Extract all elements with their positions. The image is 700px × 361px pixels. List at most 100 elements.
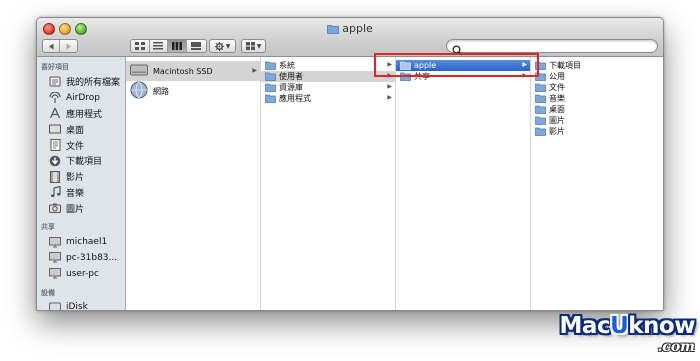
logo-text-com: .com <box>657 339 695 355</box>
icon-view-button[interactable] <box>131 40 150 52</box>
chevron-down-icon: ▼ <box>256 42 262 50</box>
finder-window: apple ▼ ▼ 喜好項目 我的所有檔案 AirDrop 應用程式 桌面 文件… <box>36 17 664 311</box>
column-item-movies[interactable]: 影片 <box>531 126 663 137</box>
column-item-documents[interactable]: 文件 <box>531 82 663 93</box>
downloads-icon <box>48 155 62 167</box>
folder-icon <box>265 83 276 92</box>
folder-icon <box>535 61 546 70</box>
column-item-label: 應用程式 <box>279 94 311 103</box>
search-field[interactable] <box>446 39 658 56</box>
column-item-library[interactable]: 資源庫 ▶ <box>261 82 395 93</box>
column-item-shared[interactable]: 共享 ▶ <box>396 71 530 82</box>
computer-icon <box>48 268 62 280</box>
list-view-button[interactable] <box>150 40 169 52</box>
sidebar: 喜好項目 我的所有檔案 AirDrop 應用程式 桌面 文件 下載項目 影片 音… <box>37 57 126 310</box>
forward-button[interactable] <box>60 40 77 52</box>
column-item-label: 圖片 <box>549 116 565 125</box>
column-item-desktop[interactable]: 桌面 <box>531 104 663 115</box>
column-item-label: apple <box>414 61 437 70</box>
sidebar-item-label: michael1 <box>66 237 108 248</box>
sidebar-header-favorites: 喜好項目 <box>41 63 69 71</box>
sidebar-item-label: 圖片 <box>66 204 85 215</box>
sidebar-item-label: 桌面 <box>66 125 85 136</box>
sidebar-item-label: 我的所有檔案 <box>66 78 121 89</box>
sidebar-item-label: pc-31b83... <box>66 252 118 263</box>
computer-icon <box>48 236 62 248</box>
disclosure-arrow-icon: ▶ <box>387 61 392 68</box>
column-item-label: 影片 <box>549 127 565 136</box>
column-item-network[interactable]: 網路 <box>126 81 260 101</box>
column-item-label: 下載項目 <box>549 61 581 70</box>
computer-icon <box>48 252 62 264</box>
back-arrow-icon <box>48 43 53 49</box>
sidebar-header-shared: 共享 <box>41 223 55 232</box>
documents-icon <box>48 139 62 152</box>
column-view-icon <box>171 42 182 50</box>
sidebar-item-downloads[interactable]: 下載項目 <box>37 153 125 169</box>
logo-text-know: know <box>628 313 695 339</box>
sidebar-item-documents[interactable]: 文件 <box>37 137 125 153</box>
column-item-label: Macintosh SSD <box>153 66 213 76</box>
idisk-icon <box>48 301 62 310</box>
disclosure-arrow-icon: ▶ <box>522 61 527 68</box>
folder-icon <box>327 24 340 37</box>
sidebar-item-michael1[interactable]: michael1 <box>37 234 125 250</box>
gear-icon <box>214 41 224 51</box>
hard-drive-icon <box>130 63 148 79</box>
sidebar-item-label: 下載項目 <box>66 157 103 168</box>
sidebar-item-desktop[interactable]: 桌面 <box>37 121 125 137</box>
movies-icon <box>48 170 62 183</box>
cover-flow-icon <box>191 42 202 50</box>
logo-text-u: U <box>610 313 629 339</box>
column-item-system[interactable]: 系統 ▶ <box>261 60 395 71</box>
cover-flow-button[interactable] <box>187 40 206 52</box>
icon-view-icon <box>134 42 145 50</box>
sidebar-item-user-pc[interactable]: user-pc <box>37 266 125 282</box>
column-item-macintosh-ssd[interactable]: Macintosh SSD ▶ <box>126 61 260 81</box>
sidebar-item-movies[interactable]: 影片 <box>37 169 125 185</box>
forward-arrow-icon <box>66 43 71 49</box>
disclosure-arrow-icon: ▶ <box>387 83 392 90</box>
column-item-applications[interactable]: 應用程式 ▶ <box>261 93 395 104</box>
back-button[interactable] <box>43 40 60 52</box>
column-item-apple[interactable]: apple ▶ <box>396 60 530 71</box>
disclosure-arrow-icon: ▶ <box>252 67 257 74</box>
folder-icon <box>535 83 546 92</box>
folder-icon <box>265 72 276 81</box>
column-item-label: 網路 <box>153 86 169 96</box>
action-menu-button[interactable]: ▼ <box>209 39 236 53</box>
column-item-downloads[interactable]: 下載項目 <box>531 60 663 71</box>
browser-column-4: 下載項目 公用 文件 音樂 桌面 圖片 影片 <box>531 57 663 310</box>
all-files-icon <box>48 76 62 88</box>
column-item-pictures[interactable]: 圖片 <box>531 115 663 126</box>
sidebar-item-applications[interactable]: 應用程式 <box>37 106 125 122</box>
search-input[interactable] <box>467 40 647 52</box>
sidebar-item-music[interactable]: 音樂 <box>37 185 125 201</box>
sidebar-item-pc-31b83[interactable]: pc-31b83... <box>37 250 125 266</box>
sidebar-item-label: AirDrop <box>66 92 101 103</box>
folder-icon <box>535 116 546 125</box>
column-item-users[interactable]: 使用者 ▶ <box>261 71 395 82</box>
grid-icon <box>245 42 255 50</box>
browser-column-3: apple ▶ 共享 ▶ <box>396 57 531 310</box>
column-item-public[interactable]: 公用 <box>531 71 663 82</box>
sidebar-item-pictures[interactable]: 圖片 <box>37 200 125 216</box>
sidebar-item-idisk[interactable]: iDisk <box>37 300 125 310</box>
title-bar: apple ▼ ▼ <box>37 18 663 57</box>
screenshot-stage: apple ▼ ▼ 喜好項目 我的所有檔案 AirDrop 應用程式 桌面 文件… <box>0 0 700 361</box>
list-view-icon <box>153 42 164 50</box>
column-view-button[interactable] <box>168 40 187 52</box>
arrange-button[interactable]: ▼ <box>241 39 266 53</box>
column-item-label: 音樂 <box>549 94 565 103</box>
sidebar-item-airdrop[interactable]: AirDrop <box>37 90 125 106</box>
window-title: apple <box>37 22 663 37</box>
home-folder-icon <box>400 61 411 70</box>
music-icon <box>48 186 62 198</box>
folder-icon <box>535 105 546 114</box>
column-item-label: 文件 <box>549 83 565 92</box>
disclosure-arrow-icon: ▶ <box>387 72 392 79</box>
folder-icon <box>535 127 546 136</box>
column-item-music[interactable]: 音樂 <box>531 93 663 104</box>
desktop-icon <box>48 123 62 135</box>
sidebar-item-all-my-files[interactable]: 我的所有檔案 <box>37 74 125 90</box>
